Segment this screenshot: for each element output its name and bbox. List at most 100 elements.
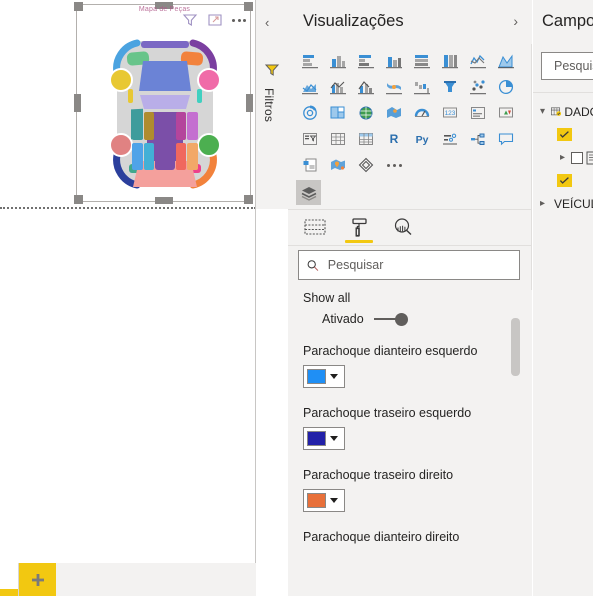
field-checkbox[interactable] [571, 151, 583, 164]
card-icon[interactable]: 123 [436, 100, 464, 126]
filter-funnel-icon[interactable] [264, 62, 280, 78]
funnel-chart-icon[interactable] [436, 74, 464, 100]
format-pane-tabs[interactable] [288, 212, 532, 246]
line-chart-icon[interactable] [464, 48, 492, 74]
focus-mode-icon[interactable] [207, 12, 223, 28]
chevron-right-icon[interactable]: ▸ [557, 152, 568, 163]
add-page-button[interactable] [18, 563, 56, 596]
tab-format[interactable] [344, 212, 374, 243]
clustered-bar-chart-icon[interactable] [352, 48, 380, 74]
stacked-bar-chart-icon[interactable] [296, 48, 324, 74]
tab-analytics[interactable] [388, 212, 418, 242]
fields-tree-item-field-2[interactable] [537, 169, 593, 192]
fields-pane[interactable]: Campos Pesquisar ▾ DADOS [533, 0, 593, 596]
search-input[interactable] [325, 257, 511, 273]
property-label: Parachoque dianteiro esquerdo [303, 344, 478, 358]
line-clustered-column-chart-icon[interactable] [352, 74, 380, 100]
qna-icon[interactable] [492, 126, 520, 152]
multi-row-card-icon[interactable] [464, 100, 492, 126]
page-tab-strip-accent [0, 589, 18, 596]
filters-pane-collapsed[interactable]: ‹ Filtros [256, 0, 288, 596]
resize-handle-bottom-right[interactable] [244, 195, 253, 204]
show-all-toggle-row[interactable]: Ativado [322, 312, 518, 326]
chevron-down-icon[interactable]: ▾ [537, 106, 548, 117]
fields-tree-item-veiculos[interactable]: ▸ VEÍCULOS [537, 192, 593, 215]
filter-icon[interactable] [182, 12, 198, 28]
checked-field-icon [557, 128, 572, 141]
table-icon[interactable] [324, 126, 352, 152]
color-picker-parachoque-traseiro-direito[interactable] [303, 489, 345, 512]
clustered-column-chart-icon[interactable] [380, 48, 408, 74]
color-picker-parachoque-traseiro-esquerdo[interactable] [303, 427, 345, 450]
fields-pane-title: Campos [542, 12, 593, 30]
build-visual-layers-icon[interactable] [296, 180, 321, 205]
color-picker-parachoque-dianteiro-esquerdo[interactable] [303, 365, 345, 388]
fields-tree[interactable]: ▾ DADOS ▸ [537, 100, 593, 215]
r-script-visual-icon[interactable]: R [380, 126, 408, 152]
property-parachoque-traseiro-direito: Parachoque traseiro direito [303, 467, 518, 512]
paginated-report-icon[interactable] [296, 152, 324, 178]
chevron-right-icon[interactable]: › [513, 13, 518, 29]
stacked-column-chart-icon[interactable] [324, 48, 352, 74]
folder-icon [586, 151, 593, 164]
waterfall-chart-icon[interactable] [408, 74, 436, 100]
map-icon[interactable] [352, 100, 380, 126]
selected-visual-container[interactable]: Mapa de Peças [74, 2, 253, 204]
show-all-toggle[interactable] [373, 312, 408, 326]
kpi-icon[interactable] [492, 100, 520, 126]
donut-chart-icon[interactable] [296, 100, 324, 126]
power-apps-icon[interactable] [352, 152, 380, 178]
more-visuals-icon[interactable] [380, 152, 408, 178]
python-visual-icon[interactable]: Py [408, 126, 436, 152]
pie-chart-icon[interactable] [492, 74, 520, 100]
chevron-down-icon[interactable] [330, 436, 338, 441]
toggle-state-text: Ativado [322, 312, 364, 326]
chevron-down-icon[interactable] [330, 374, 338, 379]
car-part-map[interactable] [99, 33, 231, 193]
key-influencers-icon[interactable] [436, 126, 464, 152]
resize-handle-bottom-left[interactable] [74, 195, 83, 204]
format-properties-list[interactable]: Show all Ativado Parachoque dianteiro es… [288, 290, 532, 596]
fields-tree-item-folder[interactable]: ▸ [537, 146, 593, 169]
visualization-type-gallery[interactable]: 123 R Py [288, 44, 532, 178]
line-stacked-column-chart-icon[interactable] [324, 74, 352, 100]
scatter-chart-icon[interactable] [464, 74, 492, 100]
treemap-icon[interactable] [324, 100, 352, 126]
properties-scrollbar-thumb[interactable] [511, 318, 520, 376]
filled-map-icon[interactable] [380, 100, 408, 126]
property-parachoque-dianteiro-esquerdo: Parachoque dianteiro esquerdo [303, 343, 518, 388]
resize-handle-middle-left[interactable] [74, 94, 81, 112]
report-page-lower[interactable] [0, 209, 256, 596]
arcgis-maps-icon[interactable] [324, 152, 352, 178]
stacked-area-chart-icon[interactable] [296, 74, 324, 100]
ribbon-chart-icon[interactable] [380, 74, 408, 100]
svg-text:123: 123 [444, 110, 455, 117]
format-properties-inner: Show all Ativado Parachoque dianteiro es… [288, 290, 518, 562]
slicer-icon[interactable] [296, 126, 324, 152]
matrix-icon[interactable] [352, 126, 380, 152]
fields-search-box[interactable]: Pesquisar [541, 52, 593, 80]
decomposition-tree-icon[interactable] [464, 126, 492, 152]
property-parachoque-traseiro-esquerdo: Parachoque traseiro esquerdo [303, 405, 518, 450]
100-stacked-bar-chart-icon[interactable] [408, 48, 436, 74]
visualizations-pane[interactable]: Visualizações › 123 R Py Pesquisar Show … [288, 0, 532, 596]
report-canvas[interactable]: Mapa de Peças [0, 0, 256, 596]
visual-header-toolbar[interactable] [182, 12, 246, 28]
chevron-right-icon[interactable]: ▸ [537, 198, 548, 209]
viz-gallery-row: 123 [296, 100, 524, 126]
format-search-box[interactable] [298, 250, 520, 280]
resize-handle-middle-right[interactable] [246, 94, 253, 112]
area-chart-icon[interactable] [492, 48, 520, 74]
svg-text:R: R [389, 132, 398, 146]
chevron-left-icon[interactable]: ‹ [265, 16, 269, 29]
tab-fields[interactable] [300, 212, 330, 242]
fields-tree-item-field-1[interactable] [537, 123, 593, 146]
fields-tree-item-dados[interactable]: ▾ DADOS [537, 100, 593, 123]
resize-handle-bottom-center[interactable] [154, 197, 173, 204]
toggle-knob [394, 312, 408, 326]
100-stacked-column-chart-icon[interactable] [436, 48, 464, 74]
chevron-down-icon[interactable] [330, 498, 338, 503]
gauge-icon[interactable] [408, 100, 436, 126]
page-tab-strip [56, 563, 256, 596]
more-options-icon[interactable] [232, 12, 246, 28]
